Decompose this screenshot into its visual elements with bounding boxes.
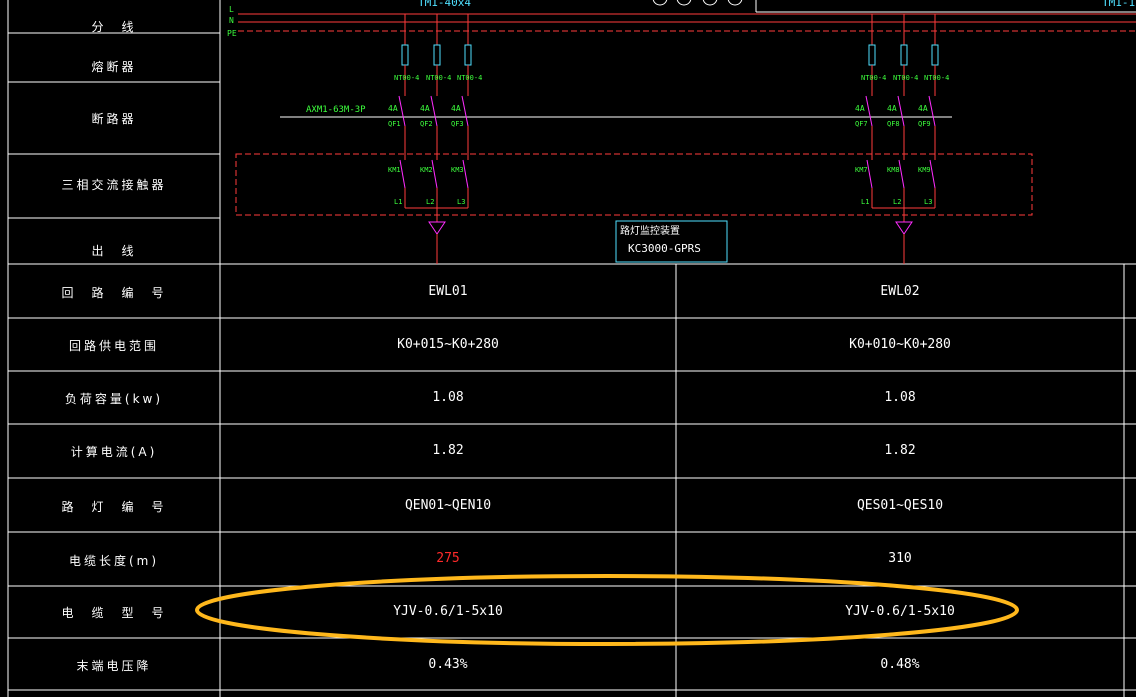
fuse-symbol (868, 44, 876, 66)
breaker-rating: 4A (855, 104, 865, 113)
row-label-fuse: 熔断器 (91, 60, 137, 74)
bus-bars (238, 13, 1136, 32)
table-cell: YJV-0.6/1-5x10 (393, 604, 503, 619)
bus-label-1: TM1-40x4 (418, 0, 471, 9)
table-row-label: 电 缆 型 号 (61, 606, 167, 620)
monitor-model: KC3000-GPRS (628, 242, 701, 255)
phase-l-label: L (229, 5, 234, 14)
phase-id: L1 (394, 198, 402, 206)
phase-id: L1 (861, 198, 869, 206)
table-cell: 310 (888, 551, 912, 566)
row-label-outgoing: 出 线 (91, 244, 137, 258)
fuse-symbol (464, 44, 472, 66)
table-cell-warning: 275 (436, 551, 460, 566)
breaker-id: QF9 (918, 120, 931, 128)
bus-label-2: TM1-1 (1102, 0, 1135, 9)
fuse-symbol (433, 44, 441, 66)
table-row-label: 计算电流(A) (70, 445, 158, 459)
breaker-id: QF3 (451, 120, 464, 128)
table-cell: K0+015~K0+280 (397, 337, 499, 352)
fuse-label: NT00-4 (457, 74, 482, 82)
fuse-label: NT00-4 (426, 74, 451, 82)
table-cell: 0.43% (428, 657, 468, 672)
table-row-label: 回 路 编 号 (61, 286, 167, 300)
table-row-label: 路 灯 编 号 (61, 500, 167, 514)
table-cell: 1.08 (884, 390, 916, 405)
phase-id: L3 (924, 198, 932, 206)
row-label-breaker: 断路器 (91, 112, 137, 126)
table-row-label: 电缆长度(m) (68, 554, 160, 568)
contactor-symbol (399, 159, 406, 189)
table-cell: K0+010~K0+280 (849, 337, 951, 352)
table-cell: QES01~QES10 (856, 498, 944, 513)
table-cell: EWL01 (428, 284, 468, 299)
row-label-branch: 分 线 (91, 20, 137, 34)
breaker-model-label: AXM1-63M-3P (306, 105, 366, 115)
fuse-symbol (900, 44, 908, 66)
contactor-symbol (431, 159, 438, 189)
breaker-id: QF2 (420, 120, 433, 128)
phase-n-label: N (229, 16, 234, 25)
table-cell: YJV-0.6/1-5x10 (845, 604, 955, 619)
contactor-id: KM7 (855, 166, 868, 174)
breaker-rating: 4A (420, 104, 430, 113)
fuse-symbol (931, 44, 939, 66)
contactor-symbol (462, 159, 469, 189)
contactor-symbol (866, 159, 873, 189)
table-cell: QEN01~QEN10 (404, 498, 492, 513)
row-label-contactor: 三相交流接触器 (61, 178, 167, 192)
table-cell: 1.82 (432, 443, 464, 458)
breaker-id: QF7 (855, 120, 868, 128)
table-cell: 1.82 (884, 443, 916, 458)
contactor-id: KM1 (388, 166, 401, 174)
fuse-label: NT00-4 (861, 74, 886, 82)
outgoing-arrow (895, 221, 913, 235)
breaker-id: QF8 (887, 120, 900, 128)
contactor-id: KM3 (451, 166, 464, 174)
table-row-label: 回路供电范围 (68, 339, 159, 353)
fuse-label: NT00-4 (394, 74, 419, 82)
monitor-title: 路灯监控装置 (620, 224, 680, 237)
contactor-symbol (929, 159, 936, 189)
fuse-label: NT00-4 (893, 74, 918, 82)
breaker-rating: 4A (918, 104, 928, 113)
table-cell: 0.48% (880, 657, 920, 672)
fuse-symbol (401, 44, 409, 66)
table-row-label: 负荷容量(kw) (64, 392, 164, 406)
breaker-rating: 4A (388, 104, 398, 113)
table-cell: 1.08 (432, 390, 464, 405)
bus-circles (652, 0, 743, 6)
breaker-rating: 4A (451, 104, 461, 113)
table-row-label: 末端电压降 (76, 659, 152, 673)
outgoing-arrow (428, 221, 446, 235)
table-cell: EWL02 (880, 284, 920, 299)
phase-pe-label: PE (227, 29, 237, 38)
contactor-dashed-box (235, 153, 1033, 216)
phase-id: L2 (426, 198, 434, 206)
breaker-id: QF1 (388, 120, 401, 128)
contactor-id: KM2 (420, 166, 433, 174)
contactor-id: KM8 (887, 166, 900, 174)
contactor-symbol (898, 159, 905, 189)
contactor-id: KM9 (918, 166, 931, 174)
breaker-rating: 4A (887, 104, 897, 113)
phase-id: L2 (893, 198, 901, 206)
phase-id: L3 (457, 198, 465, 206)
fuse-label: NT00-4 (924, 74, 949, 82)
